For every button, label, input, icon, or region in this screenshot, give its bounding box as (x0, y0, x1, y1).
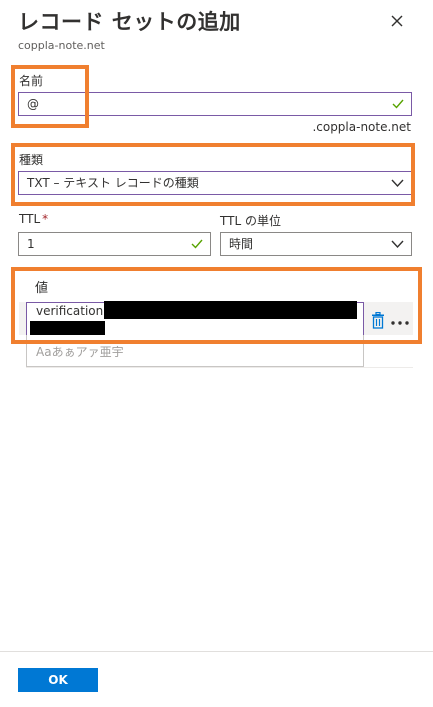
highlight-box-type (11, 143, 415, 206)
chevron-down-icon (391, 240, 404, 249)
required-mark: * (42, 212, 49, 226)
domain-suffix: .coppla-note.net (312, 120, 411, 134)
highlight-box-name (11, 65, 89, 128)
new-value-placeholder: Aaあぁアァ亜宇 (36, 345, 124, 359)
ttl-input[interactable]: 1 (18, 232, 211, 256)
row-divider (26, 367, 413, 368)
footer-divider (0, 651, 433, 652)
ok-button[interactable]: OK (18, 668, 98, 692)
close-button[interactable] (386, 10, 408, 32)
close-icon (391, 15, 403, 27)
panel-title: レコード セットの追加 (18, 10, 241, 34)
ttl-input-value: 1 (27, 237, 35, 251)
ttl-unit-select[interactable]: 時間 (220, 232, 412, 256)
valid-check-icon (191, 239, 203, 249)
ttl-unit-select-value: 時間 (229, 237, 254, 251)
ttl-unit-label: TTL の単位 (220, 214, 281, 228)
highlight-box-value (11, 267, 422, 344)
panel-subtitle: coppla-note.net (18, 39, 105, 52)
ttl-label: TTL * (19, 212, 48, 226)
valid-check-icon (392, 99, 404, 109)
ttl-label-text: TTL (19, 212, 41, 226)
